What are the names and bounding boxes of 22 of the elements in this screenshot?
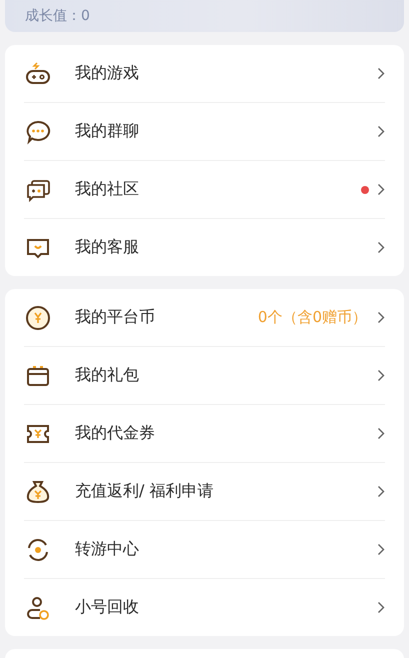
menu-item[interactable]: 我的代金券 <box>24 405 385 463</box>
menu-label: 充值返利/ 福利申请 <box>75 481 214 502</box>
menu-label: 我的代金券 <box>75 423 156 444</box>
menu-item[interactable]: 转游中心 <box>24 521 385 579</box>
menu-label: 我的礼包 <box>75 365 140 386</box>
menu-label: 我的游戏 <box>75 63 140 84</box>
menu-item[interactable]: 充值返利/ 福利申请 <box>24 463 385 521</box>
menu-item[interactable]: 我的客服 <box>24 219 385 276</box>
menu-item[interactable]: 我的游戏 <box>24 45 385 103</box>
menu-label: 我的平台币 <box>75 307 156 328</box>
menu-item[interactable]: 我的礼包 <box>24 347 385 405</box>
growth-value: 成长值：0 <box>25 7 90 25</box>
menu-item[interactable]: 我的群聊 <box>24 103 385 161</box>
menu-label: 转游中心 <box>75 539 140 560</box>
menu-label: 我的群聊 <box>75 121 140 142</box>
menu-item[interactable]: 我的社区 <box>24 161 385 219</box>
menu-label: 我的客服 <box>75 237 140 258</box>
menu-item[interactable]: 小号回收 <box>24 579 385 636</box>
menu-item[interactable]: 我的平台币 0个（含0赠币） <box>24 289 385 347</box>
coin-balance: 0个（含0赠币） <box>258 308 367 327</box>
menu-label: 小号回收 <box>75 597 140 618</box>
menu-label: 我的社区 <box>75 179 140 200</box>
